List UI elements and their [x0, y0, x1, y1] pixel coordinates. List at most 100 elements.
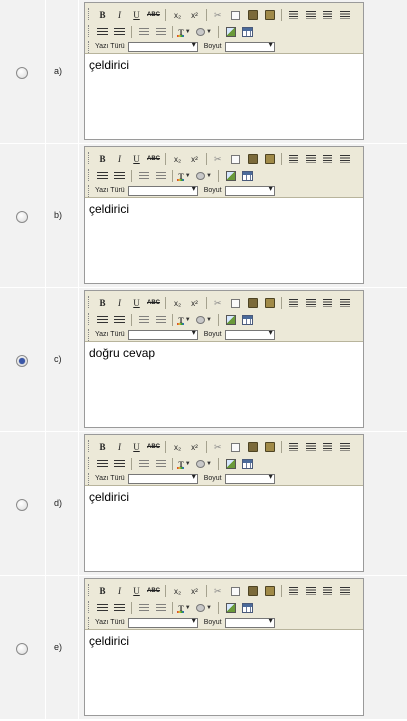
justify-button[interactable]: [337, 8, 352, 22]
font-family-select[interactable]: [127, 328, 198, 340]
text-color-button[interactable]: T ▼: [176, 313, 192, 327]
indent-button[interactable]: [153, 169, 168, 183]
indent-button[interactable]: [153, 25, 168, 39]
subscript-button[interactable]: x₂: [170, 584, 185, 598]
insert-table-button[interactable]: [240, 457, 255, 471]
subscript-button[interactable]: x₂: [170, 440, 185, 454]
italic-button[interactable]: I: [112, 584, 127, 598]
align-center-button[interactable]: [303, 152, 318, 166]
font-family-select[interactable]: [127, 40, 198, 52]
font-size-select[interactable]: [224, 616, 275, 628]
align-left-button[interactable]: [286, 8, 301, 22]
italic-button[interactable]: I: [112, 8, 127, 22]
cut-button[interactable]: ✂: [211, 584, 226, 598]
correct-answer-radio[interactable]: [16, 643, 28, 655]
paste-button[interactable]: [245, 440, 260, 454]
cut-button[interactable]: ✂: [211, 152, 226, 166]
indent-button[interactable]: [153, 313, 168, 327]
paste-word-button[interactable]: [262, 584, 277, 598]
superscript-button[interactable]: x²: [187, 8, 202, 22]
superscript-button[interactable]: x²: [187, 152, 202, 166]
font-size-select[interactable]: [224, 472, 275, 484]
align-left-button[interactable]: [286, 152, 301, 166]
bold-button[interactable]: B: [95, 440, 110, 454]
unordered-list-button[interactable]: [112, 169, 127, 183]
superscript-button[interactable]: x²: [187, 584, 202, 598]
bold-button[interactable]: B: [95, 584, 110, 598]
insert-table-button[interactable]: [240, 601, 255, 615]
copy-button[interactable]: [228, 584, 243, 598]
indent-button[interactable]: [153, 601, 168, 615]
editor-content[interactable]: çeldirici: [85, 54, 363, 139]
align-center-button[interactable]: [303, 296, 318, 310]
highlight-color-button[interactable]: ▼: [194, 313, 214, 327]
paste-button[interactable]: [245, 8, 260, 22]
unordered-list-button[interactable]: [112, 457, 127, 471]
insert-table-button[interactable]: [240, 169, 255, 183]
strikethrough-button[interactable]: ABC: [146, 584, 161, 598]
align-right-button[interactable]: [320, 296, 335, 310]
text-color-button[interactable]: T ▼: [176, 25, 192, 39]
font-family-select[interactable]: [127, 184, 198, 196]
highlight-color-button[interactable]: ▼: [194, 25, 214, 39]
insert-image-button[interactable]: [223, 457, 238, 471]
paste-word-button[interactable]: [262, 8, 277, 22]
correct-answer-radio[interactable]: [16, 499, 28, 511]
insert-table-button[interactable]: [240, 25, 255, 39]
editor-content[interactable]: çeldirici: [85, 198, 363, 283]
superscript-button[interactable]: x²: [187, 440, 202, 454]
justify-button[interactable]: [337, 440, 352, 454]
copy-button[interactable]: [228, 8, 243, 22]
ordered-list-button[interactable]: [95, 457, 110, 471]
paste-word-button[interactable]: [262, 152, 277, 166]
underline-button[interactable]: U: [129, 440, 144, 454]
strikethrough-button[interactable]: ABC: [146, 440, 161, 454]
unordered-list-button[interactable]: [112, 25, 127, 39]
ordered-list-button[interactable]: [95, 169, 110, 183]
bold-button[interactable]: B: [95, 296, 110, 310]
cut-button[interactable]: ✂: [211, 296, 226, 310]
highlight-color-button[interactable]: ▼: [194, 169, 214, 183]
subscript-button[interactable]: x₂: [170, 8, 185, 22]
subscript-button[interactable]: x₂: [170, 152, 185, 166]
text-color-button[interactable]: T ▼: [176, 457, 192, 471]
superscript-button[interactable]: x²: [187, 296, 202, 310]
italic-button[interactable]: I: [112, 296, 127, 310]
editor-content[interactable]: doğru cevap: [85, 342, 363, 427]
insert-image-button[interactable]: [223, 313, 238, 327]
ordered-list-button[interactable]: [95, 25, 110, 39]
justify-button[interactable]: [337, 584, 352, 598]
font-family-select[interactable]: [127, 472, 198, 484]
copy-button[interactable]: [228, 152, 243, 166]
font-size-select[interactable]: [224, 184, 275, 196]
highlight-color-button[interactable]: ▼: [194, 457, 214, 471]
insert-image-button[interactable]: [223, 601, 238, 615]
ordered-list-button[interactable]: [95, 313, 110, 327]
copy-button[interactable]: [228, 296, 243, 310]
bold-button[interactable]: B: [95, 152, 110, 166]
indent-button[interactable]: [153, 457, 168, 471]
strikethrough-button[interactable]: ABC: [146, 296, 161, 310]
align-center-button[interactable]: [303, 440, 318, 454]
align-left-button[interactable]: [286, 296, 301, 310]
strikethrough-button[interactable]: ABC: [146, 8, 161, 22]
italic-button[interactable]: I: [112, 440, 127, 454]
unordered-list-button[interactable]: [112, 601, 127, 615]
paste-word-button[interactable]: [262, 296, 277, 310]
align-right-button[interactable]: [320, 584, 335, 598]
underline-button[interactable]: U: [129, 152, 144, 166]
bold-button[interactable]: B: [95, 8, 110, 22]
subscript-button[interactable]: x₂: [170, 296, 185, 310]
justify-button[interactable]: [337, 296, 352, 310]
underline-button[interactable]: U: [129, 584, 144, 598]
align-left-button[interactable]: [286, 440, 301, 454]
paste-button[interactable]: [245, 584, 260, 598]
align-center-button[interactable]: [303, 584, 318, 598]
outdent-button[interactable]: [136, 25, 151, 39]
highlight-color-button[interactable]: ▼: [194, 601, 214, 615]
editor-content[interactable]: çeldirici: [85, 486, 363, 571]
underline-button[interactable]: U: [129, 8, 144, 22]
paste-word-button[interactable]: [262, 440, 277, 454]
outdent-button[interactable]: [136, 601, 151, 615]
justify-button[interactable]: [337, 152, 352, 166]
